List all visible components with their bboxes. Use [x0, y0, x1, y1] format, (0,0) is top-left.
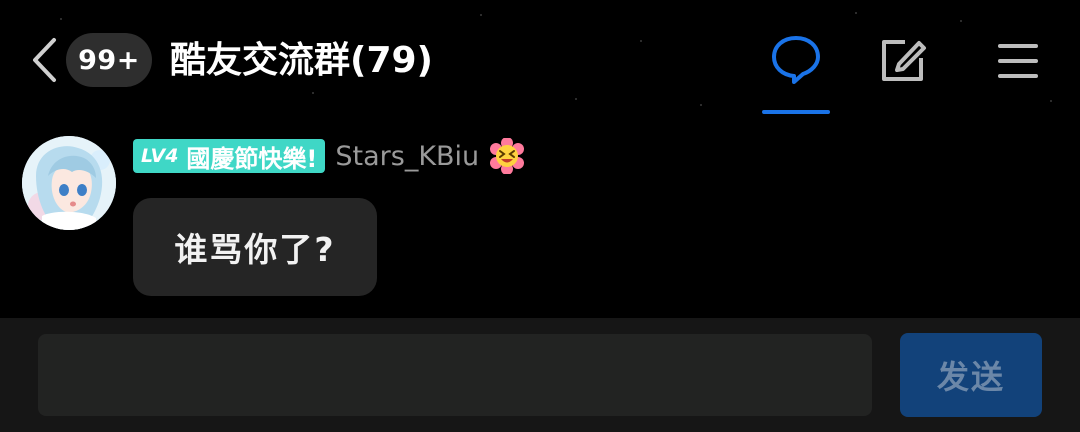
background-star — [1050, 100, 1052, 102]
active-tab-indicator — [762, 110, 830, 114]
back-button[interactable] — [24, 34, 66, 86]
header-bar: 99+ 酷友交流群(79) — [0, 0, 1080, 118]
message-meta: LV4 國慶節快樂! Stars_KBiu — [133, 138, 525, 174]
background-star — [575, 98, 577, 100]
background-star — [700, 104, 702, 106]
level-label: LV4 — [141, 145, 179, 167]
menu-icon — [998, 44, 1038, 78]
username[interactable]: Stars_KBiu — [335, 141, 479, 172]
edit-icon — [882, 40, 926, 81]
background-star — [60, 18, 62, 20]
avatar[interactable] — [22, 136, 116, 230]
background-star — [960, 20, 962, 22]
page-title: 酷友交流群(79) — [170, 40, 434, 81]
level-badge[interactable]: LV4 國慶節快樂! — [133, 139, 326, 173]
background-star — [640, 40, 642, 42]
composer-bar: 发送 — [0, 318, 1080, 432]
unread-count-badge[interactable]: 99+ — [66, 33, 152, 87]
tab-chat[interactable] — [762, 30, 830, 114]
grinning-squint-flower-emoji-icon — [490, 138, 525, 174]
message-bubble[interactable]: 谁骂你了? — [133, 198, 377, 296]
background-star — [480, 14, 482, 16]
message-input[interactable] — [38, 334, 872, 416]
chat-bubble-icon — [772, 36, 820, 84]
avatar-image — [22, 136, 116, 230]
edit-button[interactable] — [878, 36, 928, 84]
back-chevron-icon — [33, 38, 56, 82]
background-star — [855, 12, 857, 14]
honor-title: 國慶節快樂! — [186, 144, 318, 173]
menu-button[interactable] — [994, 40, 1042, 82]
background-star — [312, 92, 314, 94]
send-button[interactable]: 发送 — [900, 333, 1042, 417]
